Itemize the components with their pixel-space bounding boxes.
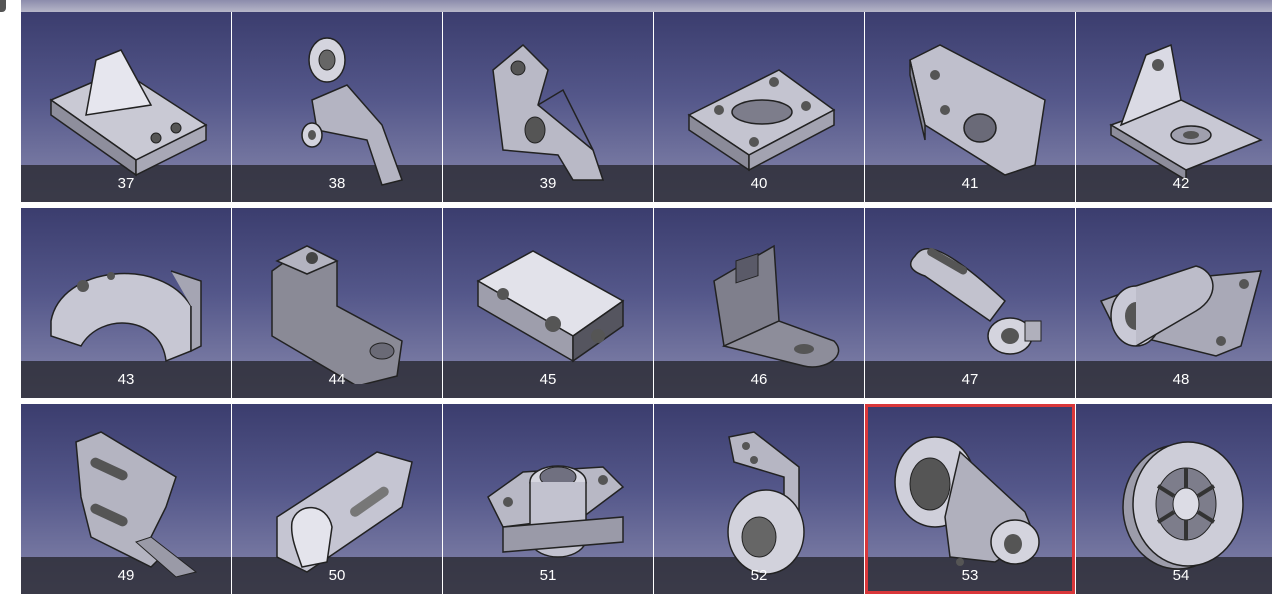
tile-label: 51 [539, 567, 557, 584]
tile-label: 49 [117, 567, 135, 584]
gallery-tile-54[interactable]: 54 [1076, 404, 1272, 594]
gallery-tile-42[interactable]: 42 [1076, 12, 1272, 202]
tile-label: 47 [961, 371, 979, 388]
part-gallery-grid: 37 38 39 40 41 42 43 44 45 46 47 48 49 5… [21, 12, 1272, 600]
scrollbar-handle[interactable] [0, 0, 6, 12]
gallery-tile-41[interactable]: 41 [865, 12, 1075, 202]
gallery-tile-47[interactable]: 47 [865, 208, 1075, 398]
tile-label: 45 [539, 371, 557, 388]
tile-label: 38 [328, 175, 346, 192]
tile-label: 37 [117, 175, 135, 192]
tile-label: 50 [328, 567, 346, 584]
gallery-tile-38[interactable]: 38 [232, 12, 442, 202]
gallery-tile-37[interactable]: 37 [21, 12, 231, 202]
tile-label: 42 [1172, 175, 1190, 192]
tile-label: 52 [750, 567, 768, 584]
gallery-tile-48[interactable]: 48 [1076, 208, 1272, 398]
gallery-tile-53[interactable]: 53 [865, 404, 1075, 594]
tile-label: 48 [1172, 371, 1190, 388]
tile-label: 39 [539, 175, 557, 192]
tile-label: 53 [961, 567, 979, 584]
previous-row-edge [21, 0, 1272, 12]
gallery-tile-44[interactable]: 44 [232, 208, 442, 398]
gallery-tile-39[interactable]: 39 [443, 12, 653, 202]
gallery-tile-45[interactable]: 45 [443, 208, 653, 398]
tile-label: 46 [750, 371, 768, 388]
tile-label: 43 [117, 371, 135, 388]
gallery-tile-46[interactable]: 46 [654, 208, 864, 398]
tile-label: 54 [1172, 567, 1190, 584]
gallery-tile-50[interactable]: 50 [232, 404, 442, 594]
gallery-tile-40[interactable]: 40 [654, 12, 864, 202]
tile-label: 44 [328, 371, 346, 388]
tile-label: 40 [750, 175, 768, 192]
gallery-tile-52[interactable]: 52 [654, 404, 864, 594]
gallery-tile-49[interactable]: 49 [21, 404, 231, 594]
gallery-tile-43[interactable]: 43 [21, 208, 231, 398]
gallery-tile-51[interactable]: 51 [443, 404, 653, 594]
tile-label: 41 [961, 175, 979, 192]
